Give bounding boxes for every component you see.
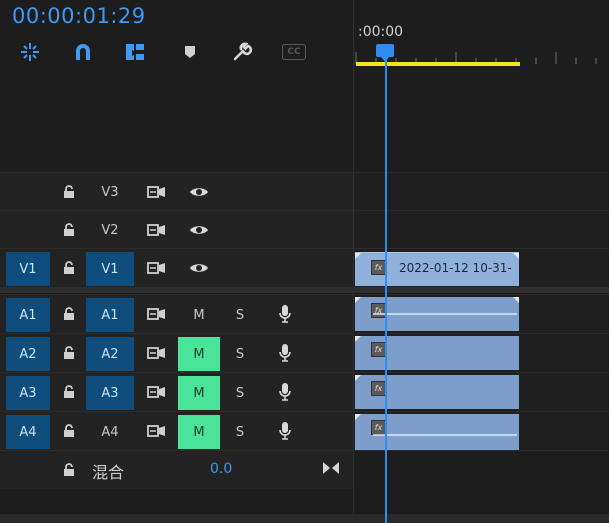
solo-button-a3[interactable]: S bbox=[228, 376, 252, 410]
source-patch-v1[interactable]: V1 bbox=[6, 252, 50, 286]
ruler-time-label: :00:00 bbox=[358, 24, 404, 40]
lock-icon[interactable] bbox=[58, 336, 80, 370]
solo-button-a4[interactable]: S bbox=[228, 415, 252, 449]
lock-icon[interactable] bbox=[58, 175, 80, 209]
mute-button-a3[interactable]: M bbox=[178, 376, 220, 410]
sync-lock-icon[interactable] bbox=[144, 414, 170, 448]
playhead-timecode[interactable]: 00:00:01:29 bbox=[12, 4, 146, 28]
go-to-end-icon[interactable] bbox=[318, 453, 344, 483]
horizontal-scrollbar[interactable] bbox=[0, 514, 609, 523]
eye-icon[interactable] bbox=[186, 213, 212, 247]
clip-start-corner bbox=[355, 336, 361, 342]
sync-lock-icon[interactable] bbox=[144, 297, 170, 331]
track-header-a1 bbox=[0, 295, 353, 333]
track-header-a3 bbox=[0, 373, 353, 411]
source-patch-a4[interactable]: A4 bbox=[6, 415, 50, 449]
video-clip[interactable]: fx 2022-01-12 10-31- bbox=[355, 252, 519, 286]
audio-clip[interactable]: fx bbox=[355, 297, 519, 331]
sync-lock-icon[interactable] bbox=[144, 375, 170, 409]
track-header-mix bbox=[0, 451, 353, 489]
lock-icon[interactable] bbox=[58, 375, 80, 409]
linked-selection-icon[interactable] bbox=[70, 40, 96, 64]
track-target-v2[interactable]: V2 bbox=[86, 213, 134, 247]
wrench-icon[interactable] bbox=[229, 40, 255, 64]
eye-icon[interactable] bbox=[186, 251, 212, 285]
lock-icon[interactable] bbox=[58, 414, 80, 448]
sync-lock-icon[interactable] bbox=[144, 213, 170, 247]
add-marker-icon[interactable] bbox=[177, 40, 203, 64]
track-header-v1 bbox=[0, 249, 353, 287]
captions-label: CC bbox=[282, 44, 306, 60]
track-target-a3[interactable]: A3 bbox=[86, 376, 134, 410]
audio-clip[interactable]: fx bbox=[355, 375, 519, 409]
solo-button-a2[interactable]: S bbox=[228, 337, 252, 371]
insert-overwrite-icon[interactable] bbox=[122, 40, 148, 64]
fx-badge: fx bbox=[371, 260, 386, 275]
track-header-v3 bbox=[0, 173, 353, 211]
track-row-mix: 混合 0.0 bbox=[0, 450, 609, 489]
clip-name: 2022-01-12 10-31- bbox=[399, 261, 512, 275]
lock-icon[interactable] bbox=[58, 453, 80, 487]
lock-icon[interactable] bbox=[58, 213, 80, 247]
clip-end-corner bbox=[513, 297, 519, 303]
microphone-icon[interactable] bbox=[272, 336, 298, 370]
track-header-a2 bbox=[0, 334, 353, 372]
track-header-v2 bbox=[0, 211, 353, 249]
work-area-bar[interactable] bbox=[356, 62, 520, 66]
fx-badge: fx bbox=[371, 420, 386, 435]
clip-end-corner bbox=[513, 253, 519, 259]
mix-volume-value[interactable]: 0.0 bbox=[210, 461, 232, 477]
track-target-a1[interactable]: A1 bbox=[86, 298, 134, 332]
mute-button-a1[interactable]: M bbox=[178, 298, 220, 332]
clip-start-corner bbox=[355, 297, 361, 303]
mute-button-a2[interactable]: M bbox=[178, 337, 220, 371]
microphone-icon[interactable] bbox=[272, 414, 298, 448]
playhead-handle[interactable] bbox=[376, 44, 394, 62]
source-patch-a3[interactable]: A3 bbox=[6, 376, 50, 410]
source-patch-a2[interactable]: A2 bbox=[6, 337, 50, 371]
audio-clip[interactable]: fx bbox=[355, 414, 519, 450]
track-row-v2: V2 bbox=[0, 210, 609, 249]
track-row-a3: A3 A3 M S fx bbox=[0, 372, 609, 411]
track-row-v1: V1 V1 fx 2022-01-12 10-31- bbox=[0, 248, 609, 287]
clip-start-corner bbox=[355, 375, 361, 381]
lock-icon[interactable] bbox=[58, 251, 80, 285]
lock-icon[interactable] bbox=[58, 297, 80, 331]
track-header-a4 bbox=[0, 412, 353, 450]
snap-icon[interactable] bbox=[17, 40, 43, 64]
track-row-a2: A2 A2 M S fx bbox=[0, 333, 609, 372]
audio-waveform bbox=[373, 313, 517, 315]
source-patch-a1[interactable]: A1 bbox=[6, 298, 50, 332]
mute-button-a4[interactable]: M bbox=[178, 415, 220, 449]
fx-badge: fx bbox=[371, 381, 386, 396]
playhead-line bbox=[385, 57, 387, 523]
solo-button-a1[interactable]: S bbox=[228, 298, 252, 332]
microphone-icon[interactable] bbox=[272, 297, 298, 331]
track-row-a1: A1 A1 M S fx bbox=[0, 294, 609, 333]
sync-lock-icon[interactable] bbox=[144, 175, 170, 209]
track-target-v1[interactable]: V1 bbox=[86, 252, 134, 286]
fx-badge: fx bbox=[371, 303, 386, 318]
sync-lock-icon[interactable] bbox=[144, 336, 170, 370]
audio-waveform bbox=[373, 434, 517, 436]
track-target-a4[interactable]: A4 bbox=[86, 415, 134, 449]
track-target-a2[interactable]: A2 bbox=[86, 337, 134, 371]
track-row-a4: A4 A4 M S fx bbox=[0, 411, 609, 450]
video-audio-divider[interactable] bbox=[0, 287, 609, 293]
sync-lock-icon[interactable] bbox=[144, 251, 170, 285]
fx-badge: fx bbox=[371, 342, 386, 357]
track-target-v3[interactable]: V3 bbox=[86, 175, 134, 209]
clip-start-corner bbox=[355, 414, 361, 420]
captions-icon[interactable]: CC bbox=[281, 40, 307, 64]
mix-label: 混合 bbox=[92, 463, 125, 482]
clip-start-corner bbox=[355, 253, 361, 259]
eye-icon[interactable] bbox=[186, 175, 212, 209]
track-area-v2[interactable] bbox=[354, 211, 609, 249]
microphone-icon[interactable] bbox=[272, 375, 298, 409]
track-row-v3: V3 bbox=[0, 172, 609, 211]
track-area-v3[interactable] bbox=[354, 173, 609, 211]
audio-clip[interactable]: fx bbox=[355, 336, 519, 370]
